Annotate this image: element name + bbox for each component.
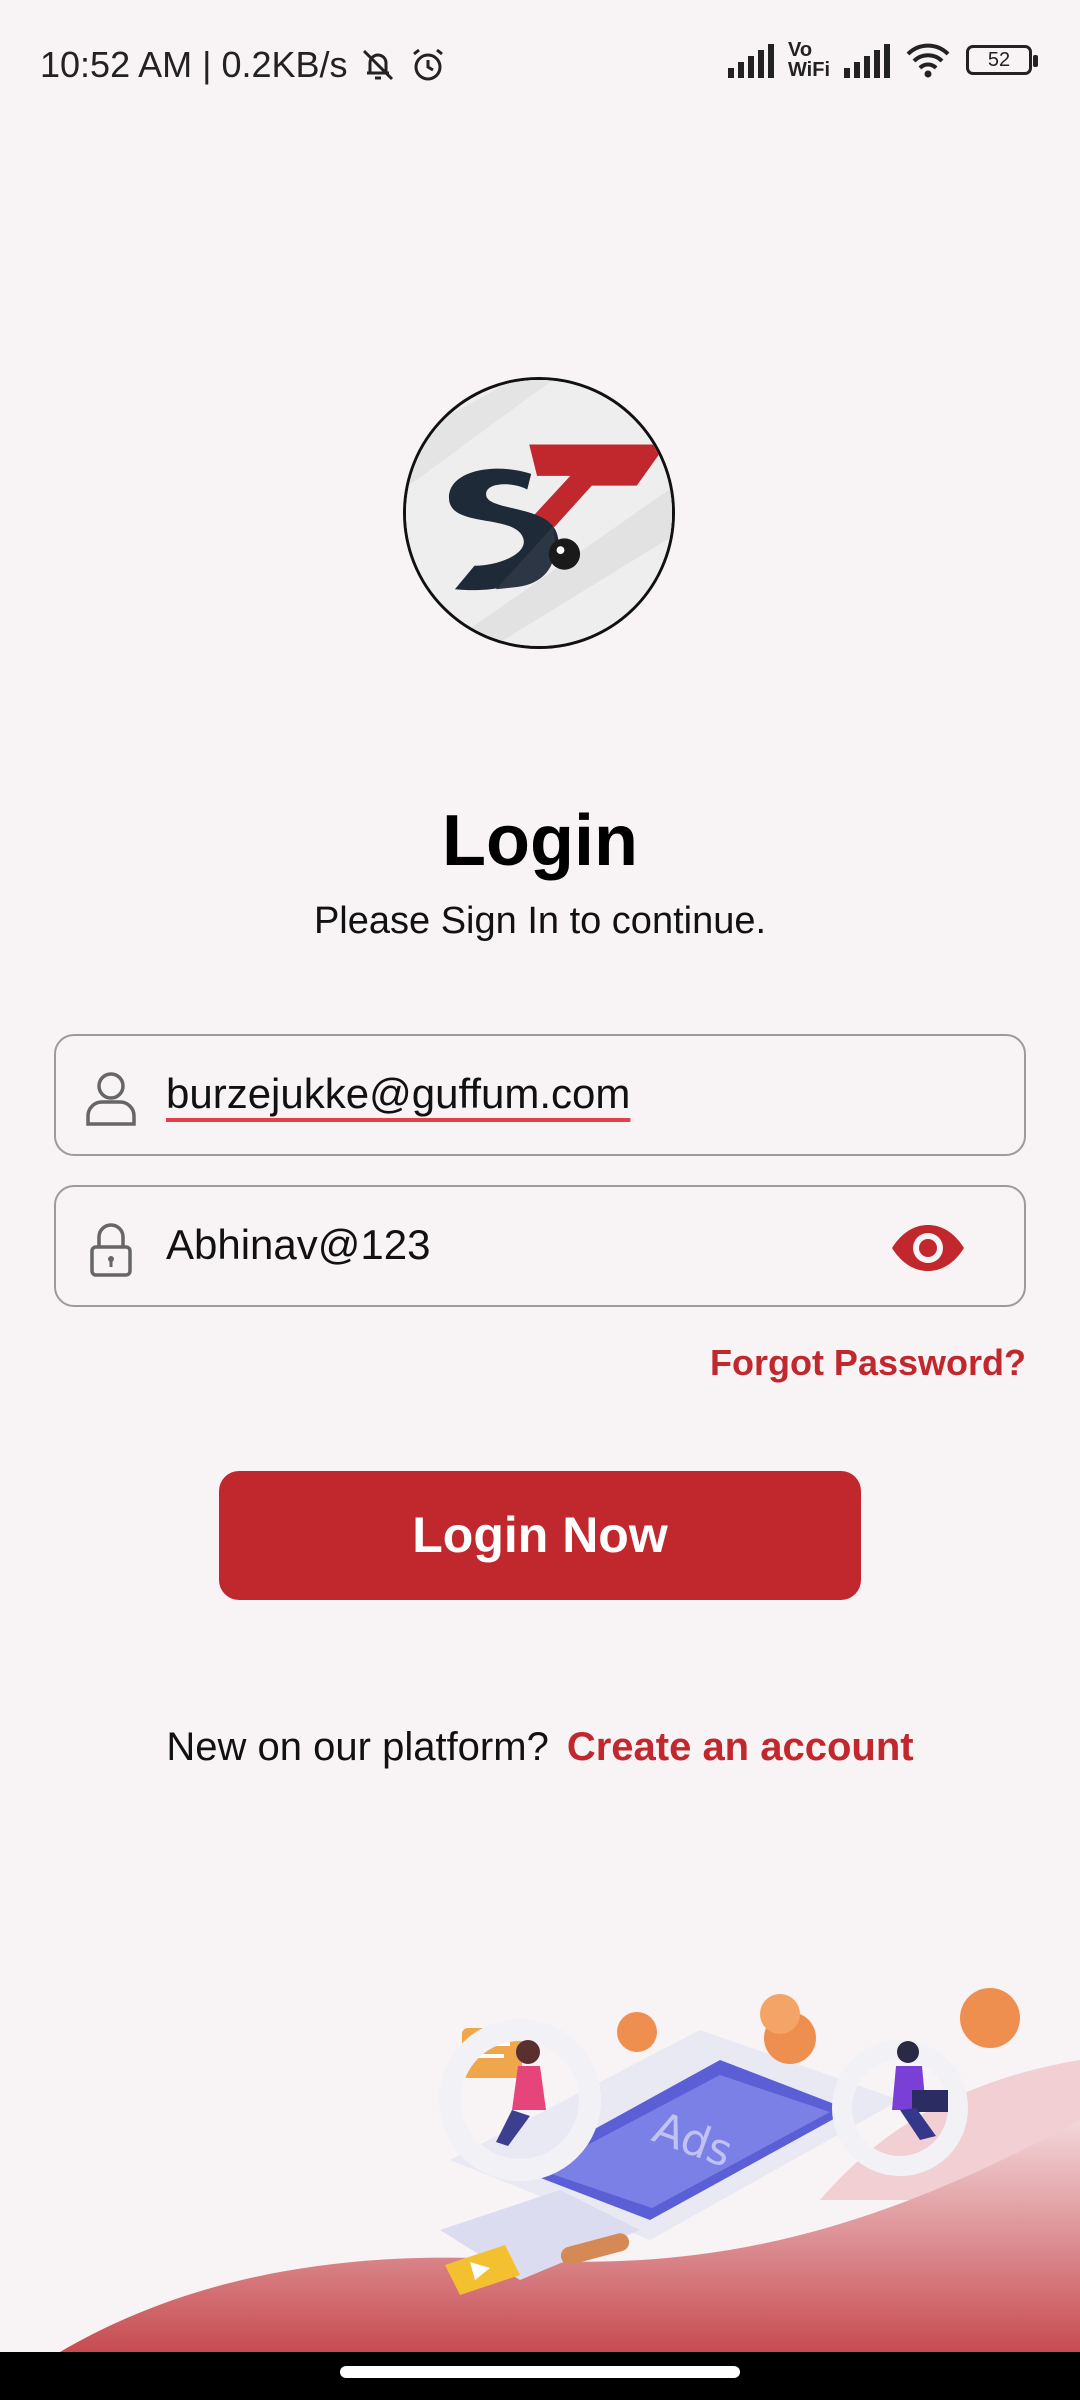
signup-prompt: New on our platform? Create an account (0, 1725, 1080, 1770)
email-value[interactable]: burzejukke@guffum.com (166, 1070, 630, 1118)
signup-question: New on our platform? (166, 1725, 549, 1769)
alarm-icon (412, 48, 443, 81)
app-logo (403, 377, 675, 649)
navigation-bar (0, 2352, 1080, 2400)
s7-logo-mark (406, 380, 672, 646)
status-left: 10:52 AM | 0.2KB/s (40, 44, 448, 86)
eye-icon[interactable] (890, 1223, 966, 1273)
vowifi-label: Vo WiFi (788, 40, 830, 80)
signal-icon (727, 42, 774, 78)
password-value[interactable]: Abhinav@123 (166, 1221, 431, 1269)
signal-icon (844, 42, 890, 78)
battery-icon: 52 (966, 45, 1038, 75)
time-and-speed: 10:52 AM | 0.2KB/s (40, 44, 348, 85)
password-field[interactable]: Abhinav@123 (54, 1185, 1026, 1307)
login-screen: 10:52 AM | 0.2KB/s Vo WiFi 52 Login Plea… (0, 0, 1080, 2400)
vowifi-bottom: WiFi (787, 59, 830, 81)
email-field[interactable]: burzejukke@guffum.com (54, 1034, 1026, 1156)
ads-illustration: Ads (60, 1988, 1080, 2360)
page-title: Login (442, 801, 638, 881)
status-right: Vo WiFi 52 (727, 40, 1038, 80)
status-bar: 10:52 AM | 0.2KB/s Vo WiFi 52 (0, 0, 1080, 130)
page-subtitle: Please Sign In to continue. (313, 900, 767, 942)
lock-icon (90, 1223, 132, 1277)
mute-bell-icon (362, 49, 393, 81)
wifi-icon (906, 43, 950, 78)
create-account-link[interactable]: Create an account (567, 1725, 914, 1769)
vowifi-top: Vo (787, 39, 813, 61)
login-now-button[interactable]: Login Now (219, 1471, 861, 1600)
user-icon (86, 1072, 136, 1126)
forgot-password-link[interactable]: Forgot Password? (710, 1342, 1026, 1384)
home-gesture-handle[interactable] (340, 2366, 740, 2378)
